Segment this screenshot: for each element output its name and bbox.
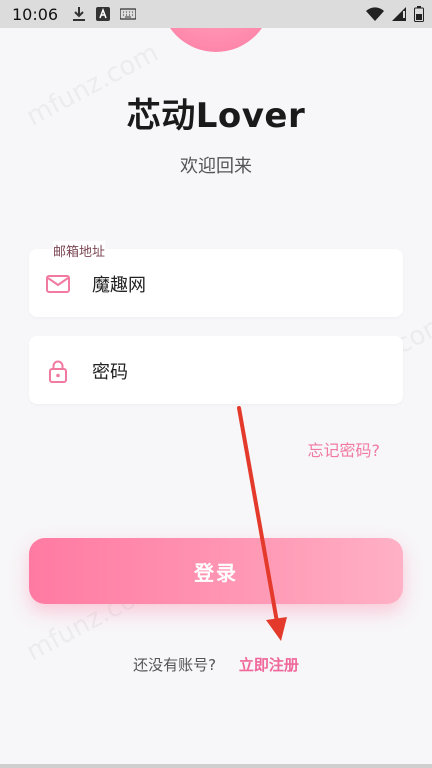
status-bar: 10:06 bbox=[0, 0, 432, 28]
lock-icon bbox=[45, 358, 71, 384]
register-link[interactable]: 立即注册 bbox=[239, 656, 299, 674]
a-box-icon bbox=[96, 7, 111, 21]
app-subtitle: 欢迎回来 bbox=[180, 156, 252, 177]
battery-icon bbox=[414, 6, 424, 22]
signal-icon bbox=[392, 7, 406, 21]
email-field-label: 邮箱地址 bbox=[53, 241, 106, 260]
forgot-password-link[interactable]: 忘记密码? bbox=[308, 437, 381, 461]
register-prompt: 还没有账号? bbox=[133, 656, 217, 674]
register-row: 还没有账号? 立即注册 bbox=[0, 654, 432, 675]
app-title: 芯动Lover bbox=[126, 96, 306, 136]
download-icon bbox=[72, 6, 86, 22]
keyboard-icon bbox=[120, 8, 137, 20]
email-field-value[interactable]: 魔趣网 bbox=[92, 271, 146, 297]
status-time: 10:06 bbox=[12, 4, 59, 24]
wifi-icon bbox=[366, 7, 384, 21]
password-field-placeholder[interactable]: 密码 bbox=[92, 358, 128, 384]
nav-bar bbox=[0, 764, 432, 768]
mail-icon bbox=[45, 271, 71, 297]
password-field[interactable]: 密码 bbox=[29, 336, 403, 404]
login-button[interactable]: 登录 bbox=[29, 538, 403, 604]
